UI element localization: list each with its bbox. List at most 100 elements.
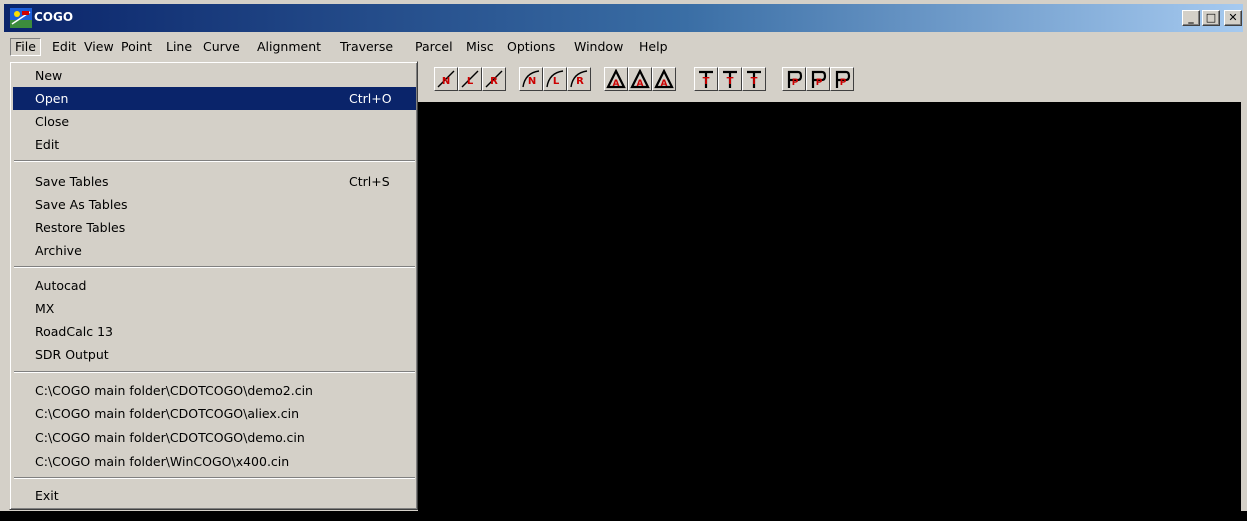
maximize-button[interactable]: □ (1202, 10, 1220, 26)
menu-item-close[interactable]: Close (13, 110, 416, 133)
menu-curve[interactable]: Curve (199, 38, 244, 56)
menu-item-shortcut: Ctrl+S (349, 174, 390, 189)
menu-traverse[interactable]: Traverse (336, 38, 397, 56)
menu-item-sdr-output[interactable]: SDR Output (13, 343, 416, 366)
line-l-button[interactable]: L (458, 67, 482, 91)
menu-item-open[interactable]: Open Ctrl+O (13, 87, 416, 110)
parcel-p2-icon: P (811, 70, 827, 88)
menu-window[interactable]: Window (570, 38, 627, 56)
menu-item-edit[interactable]: Edit (13, 133, 416, 156)
menu-item-exit[interactable]: Exit (13, 484, 416, 507)
alignment-a1-icon: A (606, 69, 626, 89)
menu-item-save-tables[interactable]: Save Tables Ctrl+S (13, 170, 416, 193)
parcel-p3-letter: P (840, 78, 847, 88)
menu-item-label: Save Tables (35, 174, 109, 189)
line-n-icon: N (437, 70, 455, 88)
menu-misc[interactable]: Misc (462, 38, 498, 56)
alignment-a2-icon: A (630, 69, 650, 89)
menu-line[interactable]: Line (162, 38, 196, 56)
curve-r-button[interactable]: R (567, 67, 591, 91)
menu-item-mx[interactable]: MX (13, 297, 416, 320)
line-r-button[interactable]: R (482, 67, 506, 91)
menu-item-restore-tables[interactable]: Restore Tables (13, 216, 416, 239)
alignment-a1-letter: A (613, 79, 620, 89)
menu-item-label: Save As Tables (35, 197, 128, 212)
toolbar: N L R N L R A A A T T T P P P (418, 64, 1247, 98)
menu-item-label: C:\COGO main folder\CDOTCOGO\aliex.cin (35, 406, 300, 421)
traverse-t2-button[interactable]: T (718, 67, 742, 91)
window-title: COGO (34, 10, 74, 24)
menu-edit[interactable]: Edit (48, 38, 80, 56)
menu-separator (14, 477, 415, 479)
traverse-t1-button[interactable]: T (694, 67, 718, 91)
traverse-t3-icon: T (747, 70, 761, 88)
alignment-a2-button[interactable]: A (628, 67, 652, 91)
alignment-a1-button[interactable]: A (604, 67, 628, 91)
menu-alignment[interactable]: Alignment (253, 38, 325, 56)
menu-options[interactable]: Options (503, 38, 559, 56)
menu-item-label: SDR Output (35, 347, 109, 362)
menu-parcel[interactable]: Parcel (411, 38, 457, 56)
menu-bar: File Edit View Point Line Curve Alignmen… (4, 36, 1243, 58)
minimize-icon: _ (1188, 11, 1194, 24)
menu-item-label: Autocad (35, 278, 87, 293)
menu-item-recent-2[interactable]: C:\COGO main folder\CDOTCOGO\aliex.cin (13, 402, 416, 425)
alignment-a3-letter: A (661, 79, 668, 89)
menu-item-autocad[interactable]: Autocad (13, 274, 416, 297)
menu-help[interactable]: Help (635, 38, 672, 56)
curve-n-letter: N (528, 76, 536, 87)
line-r-letter: R (490, 76, 498, 87)
parcel-p2-letter: P (816, 78, 823, 88)
curve-l-letter: L (553, 76, 560, 87)
close-button[interactable]: ✕ (1224, 10, 1242, 26)
curve-n-button[interactable]: N (519, 67, 543, 91)
menu-item-label: New (35, 68, 63, 83)
menu-item-recent-3[interactable]: C:\COGO main folder\CDOTCOGO\demo.cin (13, 426, 416, 449)
line-r-icon: R (485, 70, 503, 88)
traverse-t3-letter: T (751, 76, 758, 87)
curve-l-button[interactable]: L (543, 67, 567, 91)
line-n-letter: N (442, 76, 450, 87)
curve-l-icon: L (546, 70, 564, 88)
menu-item-recent-4[interactable]: C:\COGO main folder\WinCOGO\x400.cin (13, 450, 416, 473)
traverse-t2-icon: T (723, 70, 737, 88)
parcel-p3-button[interactable]: P (830, 67, 854, 91)
parcel-p1-letter: P (792, 78, 799, 88)
menu-separator (14, 371, 415, 373)
alignment-a3-icon: A (654, 69, 674, 89)
menu-separator (14, 266, 415, 268)
menu-point[interactable]: Point (117, 38, 156, 56)
cogo-app-icon[interactable] (10, 8, 32, 28)
menu-item-roadcalc[interactable]: RoadCalc 13 (13, 320, 416, 343)
cogo-window: COGO _ □ ✕ File Edit View Point Line Cur… (0, 0, 1247, 521)
parcel-p1-icon: P (787, 70, 803, 88)
menu-view[interactable]: View (80, 38, 118, 56)
menu-item-label: Close (35, 114, 70, 129)
minimize-button[interactable]: _ (1182, 10, 1200, 26)
menu-item-label: RoadCalc 13 (35, 324, 113, 339)
bottom-border (0, 511, 1247, 521)
parcel-p2-button[interactable]: P (806, 67, 830, 91)
menu-item-label: Edit (35, 137, 60, 152)
alignment-a3-button[interactable]: A (652, 67, 676, 91)
curve-r-icon: R (570, 70, 588, 88)
menu-item-label: C:\COGO main folder\WinCOGO\x400.cin (35, 454, 290, 469)
menu-separator (14, 160, 415, 162)
drawing-canvas[interactable] (418, 102, 1241, 520)
menu-file[interactable]: File (10, 38, 41, 56)
menu-item-label: MX (35, 301, 55, 316)
parcel-p1-button[interactable]: P (782, 67, 806, 91)
curve-n-icon: N (522, 70, 540, 88)
menu-item-recent-1[interactable]: C:\COGO main folder\CDOTCOGO\demo2.cin (13, 379, 416, 402)
menu-item-label: Archive (35, 243, 82, 258)
menu-item-label: Restore Tables (35, 220, 126, 235)
menu-item-save-as-tables[interactable]: Save As Tables (13, 193, 416, 216)
menu-item-new[interactable]: New (13, 64, 416, 87)
curve-r-letter: R (576, 76, 584, 87)
title-bar[interactable]: COGO _ □ ✕ (4, 4, 1243, 32)
traverse-t2-letter: T (727, 76, 734, 87)
line-n-button[interactable]: N (434, 67, 458, 91)
menu-item-archive[interactable]: Archive (13, 239, 416, 262)
traverse-t3-button[interactable]: T (742, 67, 766, 91)
line-l-icon: L (461, 70, 479, 88)
